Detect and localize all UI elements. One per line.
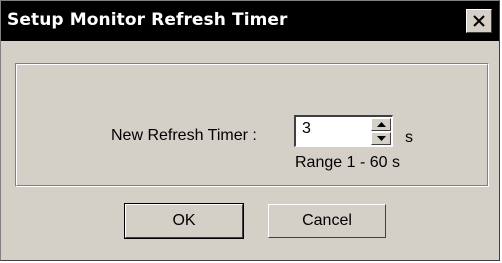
ok-button[interactable]: OK xyxy=(124,203,244,239)
spin-up-button[interactable] xyxy=(371,118,391,131)
dialog-title: Setup Monitor Refresh Timer xyxy=(7,10,288,30)
refresh-timer-label: New Refresh Timer : xyxy=(111,127,257,144)
settings-group-frame xyxy=(16,64,488,186)
cancel-button[interactable]: Cancel xyxy=(268,204,386,238)
settings-group xyxy=(15,63,489,187)
close-button[interactable] xyxy=(466,9,492,33)
unit-label: s xyxy=(405,129,413,146)
arrow-up-icon xyxy=(377,122,386,127)
spin-down-button[interactable] xyxy=(371,132,391,145)
range-hint: Range 1 - 60 s xyxy=(295,154,400,171)
refresh-timer-input[interactable]: 3 xyxy=(302,120,311,138)
refresh-timer-spinbox[interactable]: 3 xyxy=(294,115,393,147)
dialog-window: Setup Monitor Refresh Timer New Refresh … xyxy=(0,0,500,261)
close-icon xyxy=(473,15,485,27)
arrow-down-icon xyxy=(377,136,386,141)
title-bar[interactable]: Setup Monitor Refresh Timer xyxy=(1,1,499,41)
